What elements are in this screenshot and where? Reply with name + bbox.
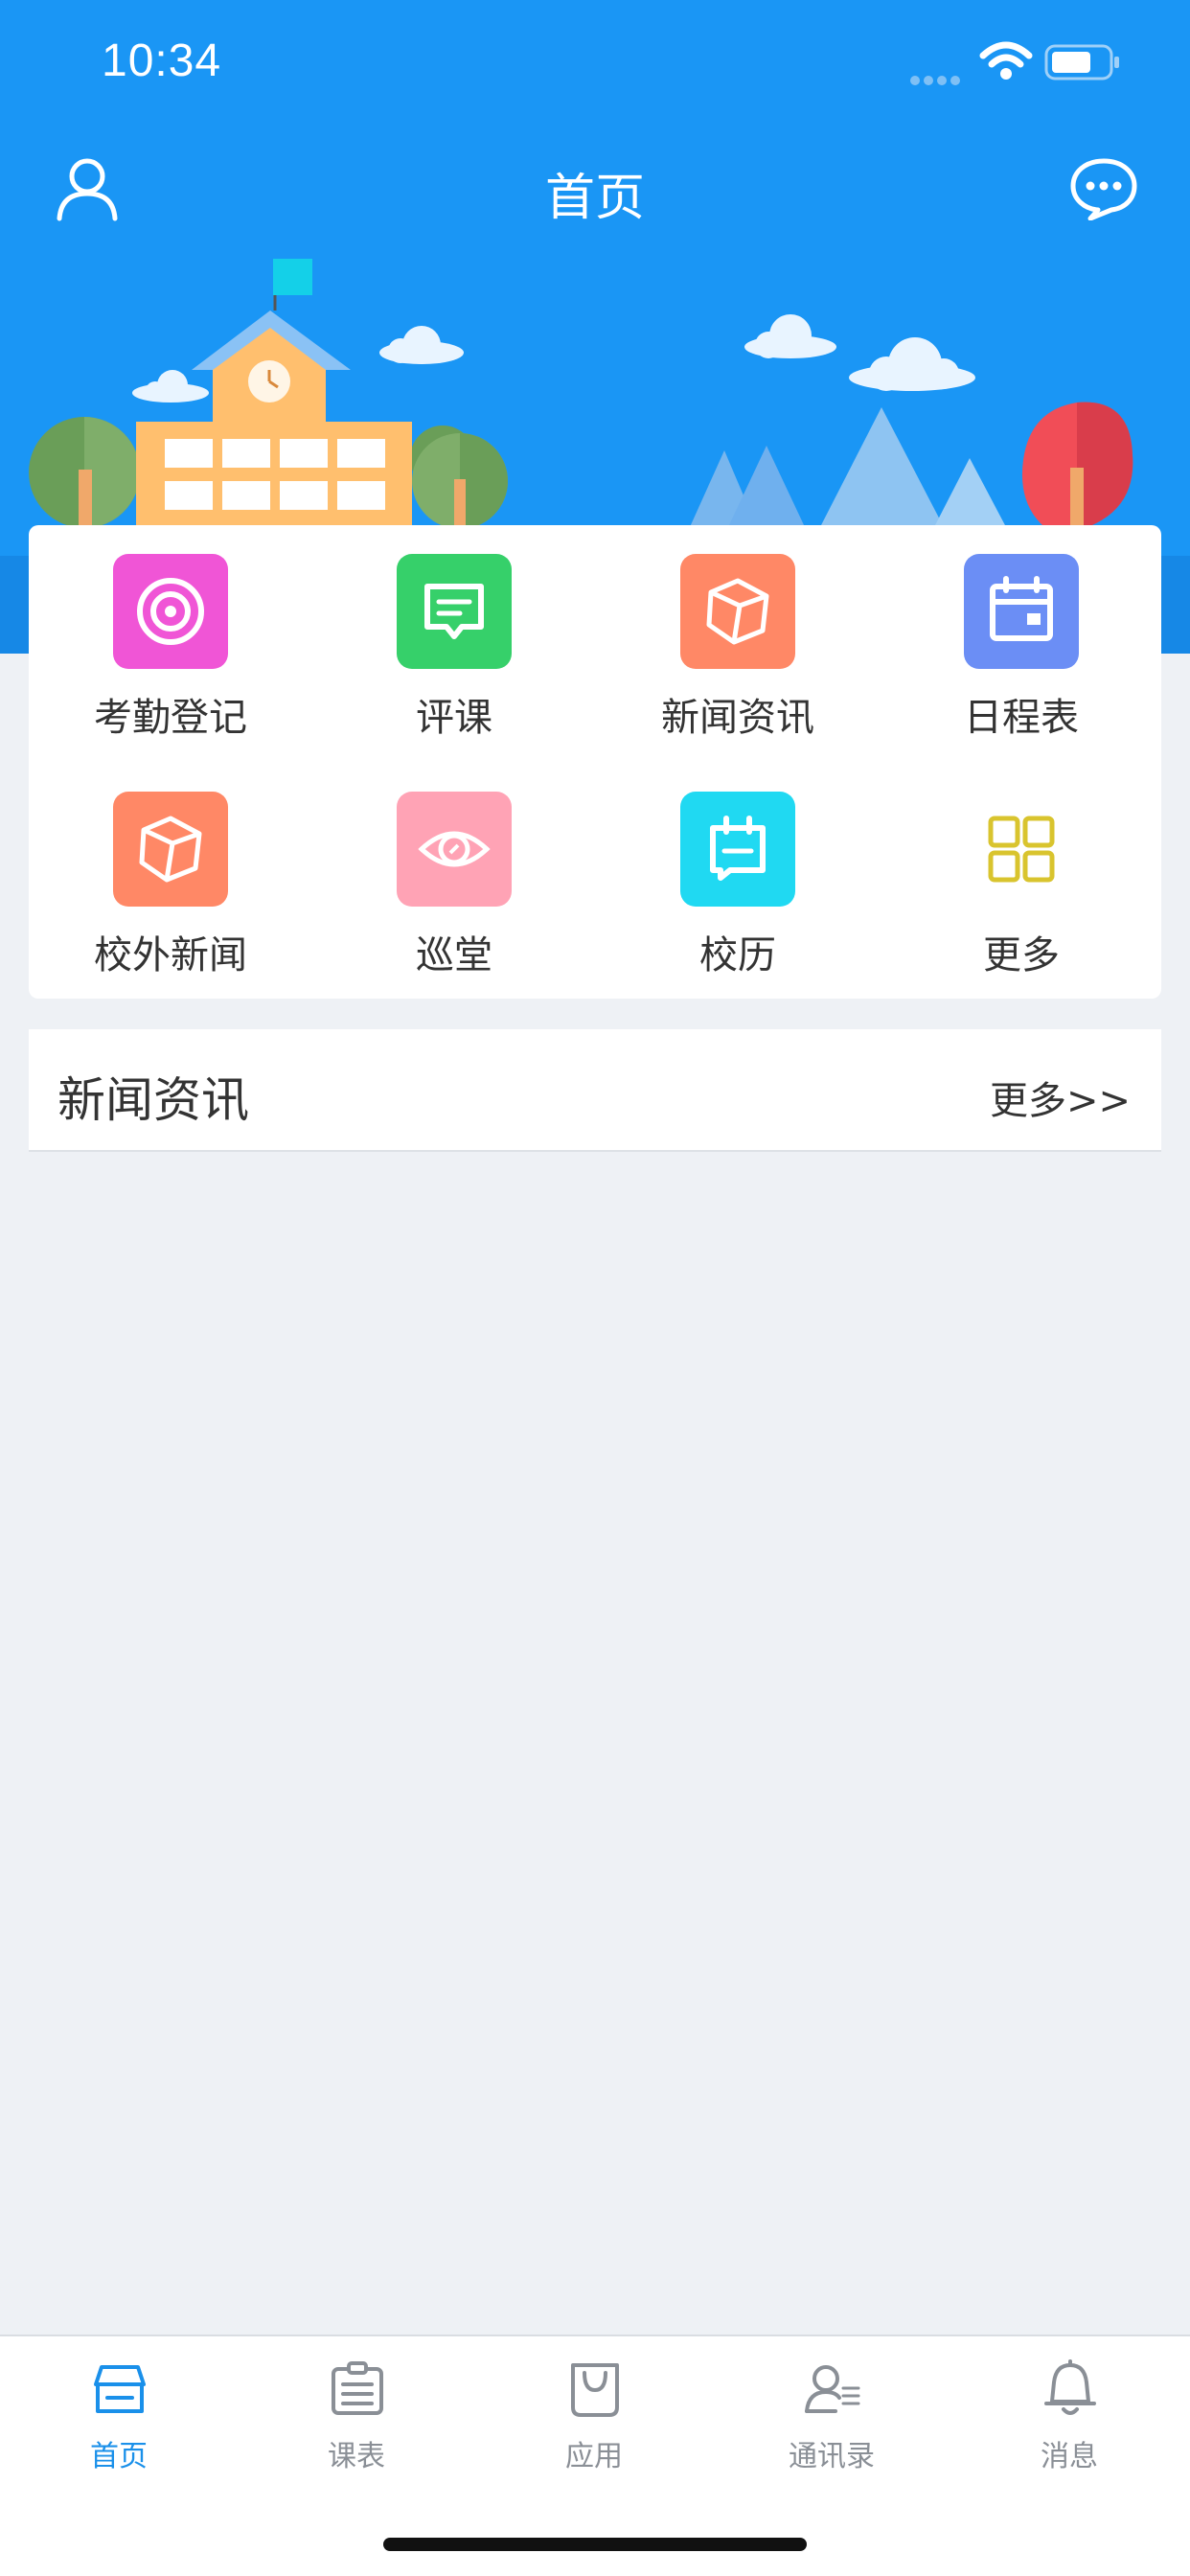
status-indicators bbox=[910, 40, 1131, 88]
news-more-link[interactable]: 更多>> bbox=[990, 1070, 1131, 1125]
battery-icon bbox=[1044, 44, 1119, 80]
menu-item-external-news[interactable]: 校外新闻 bbox=[29, 763, 312, 993]
menu-item-label: 巡堂 bbox=[416, 933, 492, 978]
menu-item-attendance[interactable]: 考勤登记 bbox=[29, 525, 312, 755]
quick-menu-card: 考勤登记 评课 新闻资讯 日程表 校外新闻 巡堂 校历 更多 bbox=[29, 525, 1161, 999]
tab-home[interactable]: 首页 bbox=[0, 2359, 238, 2503]
school-calendar-icon bbox=[680, 792, 795, 907]
menu-item-more[interactable]: 更多 bbox=[880, 763, 1163, 993]
menu-item-label: 评课 bbox=[416, 696, 492, 740]
menu-item-label: 校外新闻 bbox=[94, 933, 247, 978]
tab-label: 课表 bbox=[328, 2440, 385, 2473]
page-title: 首页 bbox=[544, 170, 645, 227]
calendar-icon bbox=[964, 554, 1079, 669]
status-bar: 10:34 bbox=[0, 0, 1190, 126]
status-time: 10:34 bbox=[102, 35, 222, 86]
menu-item-label: 考勤登记 bbox=[94, 696, 247, 740]
timetable-icon bbox=[332, 2361, 383, 2415]
bag-icon bbox=[571, 2363, 619, 2417]
contacts-icon bbox=[805, 2365, 860, 2413]
menu-item-course-review[interactable]: 评课 bbox=[312, 525, 596, 755]
tab-apps[interactable]: 应用 bbox=[475, 2359, 713, 2503]
wifi-icon bbox=[979, 41, 1033, 80]
menu-item-label: 校历 bbox=[699, 933, 776, 978]
tab-label: 首页 bbox=[90, 2440, 148, 2473]
tab-timetable[interactable]: 课表 bbox=[238, 2359, 475, 2503]
menu-item-schedule[interactable]: 日程表 bbox=[880, 525, 1163, 755]
cellular-signal-icon bbox=[910, 71, 968, 85]
news-section-header: 新闻资讯 更多>> bbox=[29, 1029, 1161, 1152]
home-icon bbox=[94, 2365, 146, 2413]
menu-item-label: 新闻资讯 bbox=[661, 696, 814, 740]
menu-item-news[interactable]: 新闻资讯 bbox=[596, 525, 880, 755]
tab-label: 应用 bbox=[565, 2440, 623, 2473]
menu-item-school-calendar[interactable]: 校历 bbox=[596, 763, 880, 993]
home-indicator bbox=[383, 2538, 807, 2551]
tab-label: 通讯录 bbox=[789, 2440, 875, 2473]
news-icon bbox=[680, 554, 795, 669]
news-section-title: 新闻资讯 bbox=[57, 1072, 249, 1128]
tab-contacts[interactable]: 通讯录 bbox=[713, 2359, 950, 2503]
tab-label: 消息 bbox=[1041, 2440, 1098, 2473]
eye-icon bbox=[397, 792, 512, 907]
tab-messages[interactable]: 消息 bbox=[950, 2359, 1188, 2503]
attendance-icon bbox=[113, 554, 228, 669]
bell-icon bbox=[1044, 2359, 1096, 2415]
grid-icon bbox=[964, 792, 1079, 907]
menu-item-label: 日程表 bbox=[964, 696, 1079, 740]
menu-item-patrol[interactable]: 巡堂 bbox=[312, 763, 596, 993]
external-news-icon bbox=[113, 792, 228, 907]
navigation-bar: 首页 bbox=[0, 144, 1190, 240]
comment-icon bbox=[397, 554, 512, 669]
message-bubble-icon[interactable] bbox=[1069, 157, 1138, 220]
menu-item-label: 更多 bbox=[983, 933, 1060, 978]
